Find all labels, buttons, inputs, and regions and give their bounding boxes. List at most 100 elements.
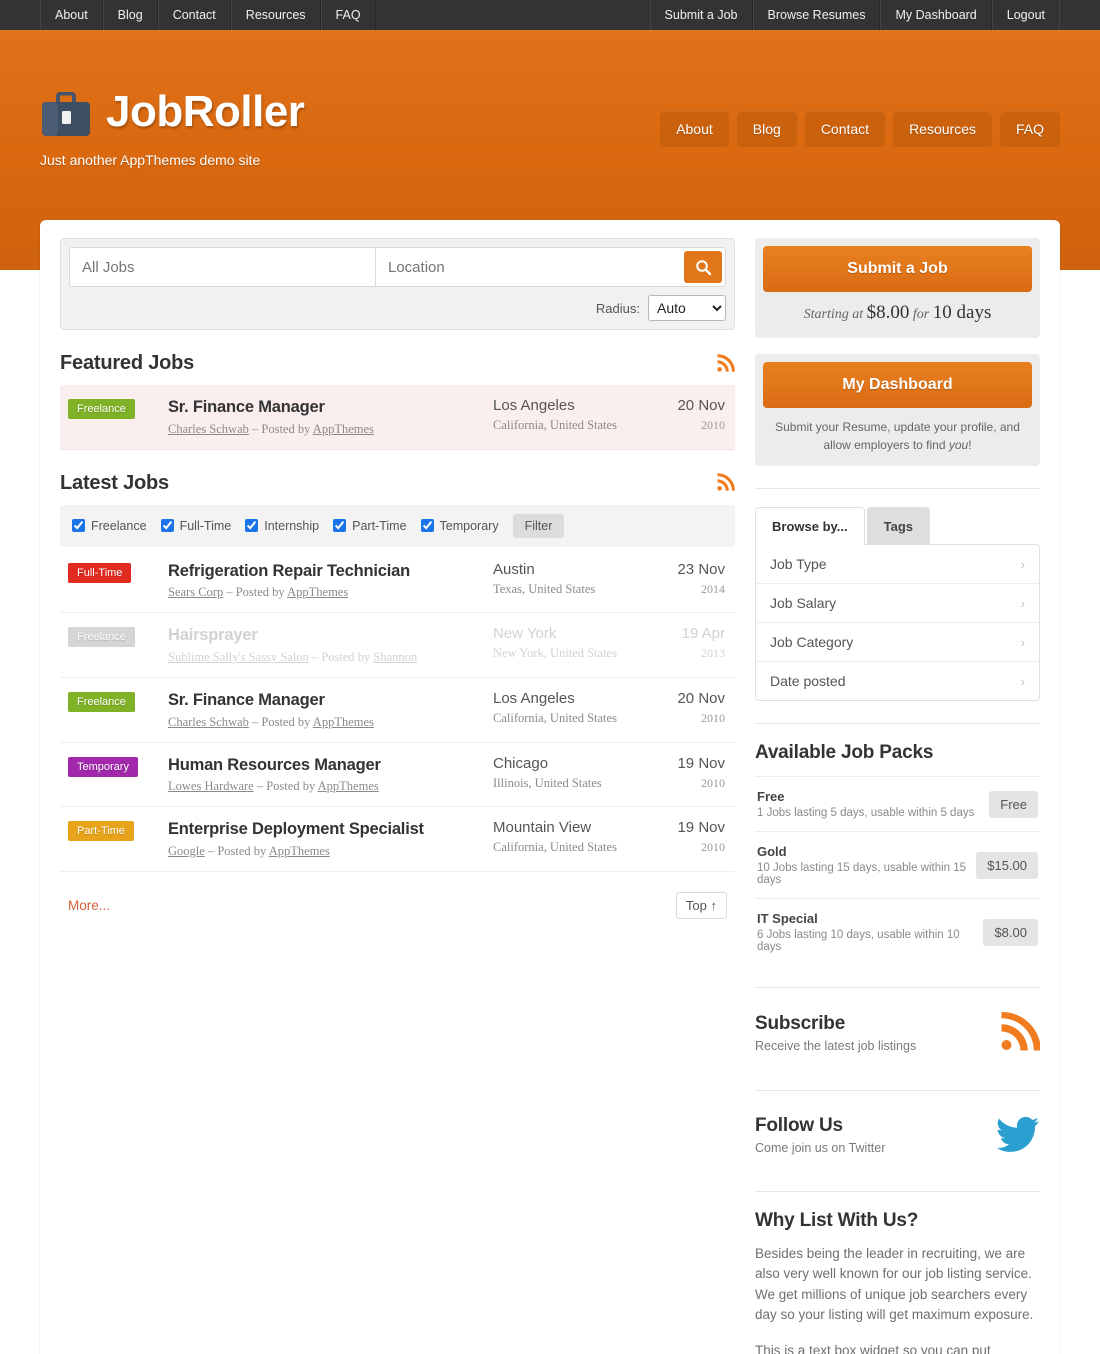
more-jobs-link[interactable]: More... [68,898,110,913]
featured-jobs-title: Featured Jobs [60,352,195,374]
job-date-year: 2014 [701,581,725,596]
job-poster-link[interactable]: AppThemes [318,779,379,793]
job-packs-widget: Available Job Packs Free 1 Jobs lasting 5… [755,742,1040,965]
filter-label: Part-Time [352,518,407,533]
back-to-top-button[interactable]: Top ↑ [675,891,727,919]
job-type-badge[interactable]: Full-Time [68,562,132,583]
checkbox-input-full-time[interactable] [160,519,174,533]
job-title[interactable]: Human Resources Manager [168,755,493,776]
latest-jobs-title: Latest Jobs [60,471,169,494]
header-nav-about[interactable]: About [660,111,729,147]
checkbox-input-freelance[interactable] [72,519,85,533]
filter-checkbox-full-time[interactable]: Full-Time [160,519,231,533]
job-poster-link[interactable]: AppThemes [313,715,374,729]
browse-item-job-type[interactable]: Job Type › [756,545,1039,584]
rss-icon[interactable] [998,1012,1040,1054]
job-date-year: 2010 [701,840,725,855]
job-poster-link[interactable]: AppThemes [287,585,348,599]
search-submit-button[interactable] [684,251,722,283]
job-pack-price[interactable]: Free [989,790,1038,818]
job-title[interactable]: Enterprise Deployment Specialist [168,819,493,840]
browse-item-label: Job Category [770,634,854,650]
top-nav-item-blog[interactable]: Blog [102,0,158,30]
radius-select[interactable]: Auto5102550100 [648,295,726,321]
follow-us-widget[interactable]: Follow Us Come join us on Twitter [755,1109,1040,1169]
job-listing-row[interactable]: Full-Time Refrigeration Repair Technician… [60,549,735,614]
latest-jobs-list: Full-Time Refrigeration Repair Technician… [60,549,735,872]
top-nav-item-resources[interactable]: Resources [230,0,321,30]
filter-apply-button[interactable]: Filter [512,513,565,538]
site-branding[interactable]: JobRoller Just another AppThemes demo si… [40,84,305,169]
job-listing-row[interactable]: Freelance Sr. Finance Manager Charles Schw… [60,678,735,743]
job-listing-row[interactable]: Freelance Sr. Finance Manager Charles Schw… [60,385,735,450]
job-type-badge[interactable]: Freelance [68,399,135,419]
header-nav-resources[interactable]: Resources [893,111,992,147]
checkbox-input-temporary[interactable] [420,519,434,533]
page-root: About Blog Contact Resources FAQ Submit a Jo… [0,0,1100,1354]
filter-checkbox-part-time[interactable]: Part-Time [333,518,407,533]
top-nav-item-submit-a-job[interactable]: Submit a Job [649,0,753,30]
job-title[interactable]: Sr. Finance Manager [168,690,493,711]
job-type-badge[interactable]: Freelance [68,691,135,712]
job-company-link[interactable]: Sublime Sally's Sassy Salon [168,650,309,664]
job-pack-row[interactable]: IT Special 6 Jobs lasting 10 days, usable… [755,898,1040,965]
job-listing-row[interactable]: Part-Time Enterprise Deployment Specialis… [60,807,735,872]
browse-item-job-category[interactable]: Job Category › [756,623,1039,662]
top-nav-item-logout[interactable]: Logout [991,0,1060,30]
job-pack-row[interactable]: Free 1 Jobs lasting 5 days, usable within… [755,776,1040,831]
checkbox-input-part-time[interactable] [333,519,347,533]
job-pack-row[interactable]: Gold 10 Jobs lasting 15 days, usable with… [755,831,1040,898]
browse-tab-tags[interactable]: Tags [866,507,931,545]
rss-icon[interactable] [715,353,735,374]
job-packs-title: Available Job Packs [755,742,934,763]
job-meta: Charles Schwab – Posted by AppThemes [168,422,493,437]
checkbox-input-internship[interactable] [245,519,259,533]
job-poster-link[interactable]: AppThemes [269,844,330,858]
browse-item-job-salary[interactable]: Job Salary › [756,584,1039,623]
header-nav-contact[interactable]: Contact [804,111,886,147]
search-location-input[interactable] [376,248,684,286]
submit-a-job-button[interactable]: Submit a Job [763,246,1032,292]
filter-checkbox-internship[interactable]: Internship [245,519,319,533]
top-nav-item-contact[interactable]: Contact [157,0,231,30]
job-info: Human Resources Manager Lowes Hardware – … [168,755,493,795]
job-listing-row[interactable]: Temporary Human Resources Manager Lowes Ha… [60,743,735,808]
job-title[interactable]: Refrigeration Repair Technician [168,561,493,582]
job-pack-price[interactable]: $8.00 [983,918,1038,946]
browse-tab-panel: Job Type › Job Salary › Job Category › Date po… [755,544,1040,701]
job-type-badge[interactable]: Part-Time [68,821,134,842]
job-company-link[interactable]: Lowes Hardware [168,779,254,793]
job-company-link[interactable]: Charles Schwab [168,715,249,729]
my-dashboard-button[interactable]: My Dashboard [763,362,1032,408]
job-company-link[interactable]: Charles Schwab [168,422,249,436]
browse-item-date-posted[interactable]: Date posted › [756,662,1039,700]
header-nav-faq[interactable]: FAQ [999,111,1060,147]
job-title[interactable]: Sr. Finance Manager [168,397,493,418]
top-nav-item-about[interactable]: About [40,0,103,30]
job-type-badge[interactable]: Temporary [68,756,138,777]
rss-icon[interactable] [715,473,735,493]
twitter-bird-icon[interactable] [996,1116,1040,1154]
header-nav-blog[interactable]: Blog [736,111,797,147]
top-nav-item-browse-resumes[interactable]: Browse Resumes [752,0,881,30]
search-keyword-input[interactable] [70,248,376,286]
top-nav-item-my-dashboard[interactable]: My Dashboard [880,0,992,30]
filter-label: Temporary [439,518,499,533]
job-badge-cell: Freelance [68,690,168,712]
browse-item-label: Job Salary [770,595,837,611]
job-pack-description: 6 Jobs lasting 10 days, usable within 10… [757,929,960,953]
job-poster-link[interactable]: AppThemes [313,422,374,436]
subscribe-widget[interactable]: Subscribe Receive the latest job listing… [755,1006,1040,1068]
main-column: Radius: Auto5102550100 Featured Jobs [60,238,735,1354]
browse-tab-browse-by[interactable]: Browse by... [755,507,865,545]
top-nav-item-faq[interactable]: FAQ [320,0,376,30]
filter-checkbox-freelance[interactable]: Freelance [72,519,147,533]
job-company-link[interactable]: Sears Corp [168,585,223,599]
job-company-link[interactable]: Google [168,844,205,858]
job-pack-price[interactable]: $15.00 [976,851,1038,879]
job-title[interactable]: Hairsprayer [168,625,493,646]
job-type-badge[interactable]: Freelance [68,627,135,648]
job-listing-row[interactable]: Freelance Hairsprayer Sublime Sally's Sass… [60,613,735,678]
filter-checkbox-temporary[interactable]: Temporary [420,518,499,533]
job-poster-link[interactable]: Shannon [373,650,417,664]
